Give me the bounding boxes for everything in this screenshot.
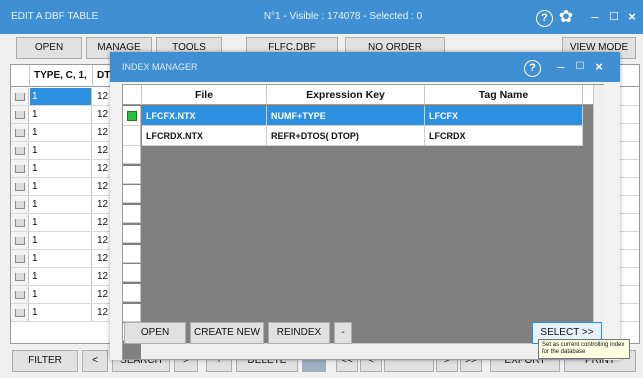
filter-button[interactable]: FILTER bbox=[12, 350, 78, 372]
record-icon bbox=[15, 93, 25, 101]
empty-row-header bbox=[123, 185, 141, 204]
cell-type[interactable]: 1 bbox=[30, 124, 92, 141]
record-icon bbox=[15, 129, 25, 137]
record-icon bbox=[15, 291, 25, 299]
cell-type[interactable]: 1 bbox=[30, 214, 92, 231]
empty-row-header bbox=[123, 264, 141, 283]
empty-row-header bbox=[123, 165, 141, 184]
cell-type[interactable]: 1 bbox=[30, 160, 92, 177]
row-indicator[interactable] bbox=[11, 250, 29, 267]
help-button[interactable]: ? bbox=[536, 7, 553, 27]
index-row[interactable]: LFCRDX.NTX REFR+DTOS( DTOP) LFCRDX bbox=[123, 126, 593, 146]
cell-file[interactable]: LFCRDX.NTX bbox=[142, 126, 267, 146]
dialog-open-button[interactable]: OPEN bbox=[124, 322, 186, 344]
minimize-icon[interactable]: – bbox=[587, 7, 603, 27]
record-icon bbox=[15, 255, 25, 263]
grid-column-type[interactable]: TYPE, C, 1, 0 bbox=[30, 65, 93, 103]
gear-icon[interactable]: ✿ bbox=[556, 7, 576, 27]
status-text: N°1 - Visible : 174078 - Selected : 0 bbox=[263, 11, 423, 22]
minimize-icon[interactable]: – bbox=[554, 57, 568, 77]
cell-type[interactable]: 1 bbox=[30, 286, 92, 303]
grid-corner bbox=[11, 65, 30, 87]
cell-type[interactable]: 1 bbox=[30, 268, 92, 285]
cell-type[interactable]: 1 bbox=[30, 106, 92, 123]
window-title: EDIT A DBF TABLE bbox=[11, 11, 99, 22]
row-indicator[interactable] bbox=[11, 268, 29, 285]
index-row-indicator[interactable] bbox=[123, 106, 141, 126]
record-icon bbox=[15, 165, 25, 173]
help-circle-icon: ? bbox=[524, 60, 541, 77]
cell-file[interactable]: LFCFX.NTX bbox=[142, 106, 267, 126]
dialog-title-bar: INDEX MANAGER ? – ☐ × bbox=[110, 52, 620, 82]
row-indicator[interactable] bbox=[11, 286, 29, 303]
index-manager-dialog: INDEX MANAGER ? – ☐ × File Expression Ke… bbox=[110, 52, 620, 360]
vertical-scrollbar[interactable] bbox=[593, 85, 604, 343]
dialog-help-button[interactable]: ? bbox=[524, 57, 541, 77]
record-icon bbox=[15, 273, 25, 281]
row-indicator[interactable] bbox=[11, 196, 29, 213]
empty-row-header bbox=[123, 244, 141, 263]
maximize-icon[interactable]: ☐ bbox=[606, 7, 622, 27]
row-indicator[interactable] bbox=[11, 304, 29, 321]
cell-type[interactable]: 1 bbox=[30, 142, 92, 159]
cell-tag-name[interactable]: LFCFX bbox=[425, 106, 583, 126]
empty-row-header bbox=[123, 146, 141, 164]
row-indicator[interactable] bbox=[11, 232, 29, 249]
record-icon bbox=[15, 183, 25, 191]
index-table-header: File Expression Key Tag Name bbox=[123, 85, 593, 105]
index-column-tag[interactable]: Tag Name bbox=[425, 85, 583, 105]
reindex-button[interactable]: REINDEX bbox=[268, 322, 330, 344]
row-indicator[interactable] bbox=[11, 88, 29, 105]
cell-tag-name[interactable]: LFCRDX bbox=[425, 126, 583, 146]
index-row-indicator[interactable] bbox=[123, 126, 141, 146]
cell-type[interactable]: 1 bbox=[30, 88, 92, 105]
maximize-icon[interactable]: ☐ bbox=[573, 57, 587, 77]
prev-search-button[interactable]: < bbox=[82, 350, 108, 372]
remove-index-button[interactable]: - bbox=[334, 322, 352, 344]
horizontal-scrollbar[interactable] bbox=[141, 343, 593, 359]
record-icon bbox=[15, 309, 25, 317]
help-circle-icon: ? bbox=[536, 10, 553, 27]
active-index-icon bbox=[127, 111, 137, 121]
cell-type[interactable]: 1 bbox=[30, 178, 92, 195]
record-icon bbox=[15, 147, 25, 155]
cell-type[interactable]: 1 bbox=[30, 196, 92, 213]
open-button[interactable]: OPEN bbox=[16, 37, 82, 59]
record-icon bbox=[15, 111, 25, 119]
main-title-bar: EDIT A DBF TABLE N°1 - Visible : 174078 … bbox=[0, 0, 643, 34]
record-icon bbox=[15, 237, 25, 245]
row-indicator[interactable] bbox=[11, 214, 29, 231]
index-corner bbox=[123, 85, 142, 105]
row-indicator[interactable] bbox=[11, 178, 29, 195]
cell-expression-key[interactable]: REFR+DTOS( DTOP) bbox=[267, 126, 425, 146]
cell-type[interactable]: 1 bbox=[30, 232, 92, 249]
index-column-expression[interactable]: Expression Key bbox=[267, 85, 425, 105]
record-icon bbox=[15, 219, 25, 227]
cell-type[interactable]: 1 bbox=[30, 250, 92, 267]
row-indicator[interactable] bbox=[11, 142, 29, 159]
record-icon bbox=[15, 201, 25, 209]
row-indicator[interactable] bbox=[11, 124, 29, 141]
close-icon[interactable]: × bbox=[624, 7, 640, 27]
row-indicator[interactable] bbox=[11, 160, 29, 177]
row-indicator[interactable] bbox=[11, 106, 29, 123]
cell-type[interactable]: 1 bbox=[30, 304, 92, 321]
select-tooltip: Set as current controlling index for the… bbox=[538, 339, 630, 359]
cell-expression-key[interactable]: NUMF+TYPE bbox=[267, 106, 425, 126]
close-icon[interactable]: × bbox=[592, 57, 606, 77]
empty-row-header bbox=[123, 205, 141, 224]
empty-row-header bbox=[123, 303, 141, 322]
index-table[interactable]: File Expression Key Tag Name LFCFX.NTX NU… bbox=[122, 84, 604, 360]
empty-row-header bbox=[123, 224, 141, 243]
dialog-title: INDEX MANAGER bbox=[122, 62, 198, 72]
index-row[interactable]: LFCFX.NTX NUMF+TYPE LFCFX bbox=[123, 106, 593, 126]
index-column-file[interactable]: File bbox=[142, 85, 267, 105]
empty-row-header bbox=[123, 283, 141, 302]
create-new-button[interactable]: CREATE NEW bbox=[190, 322, 264, 344]
